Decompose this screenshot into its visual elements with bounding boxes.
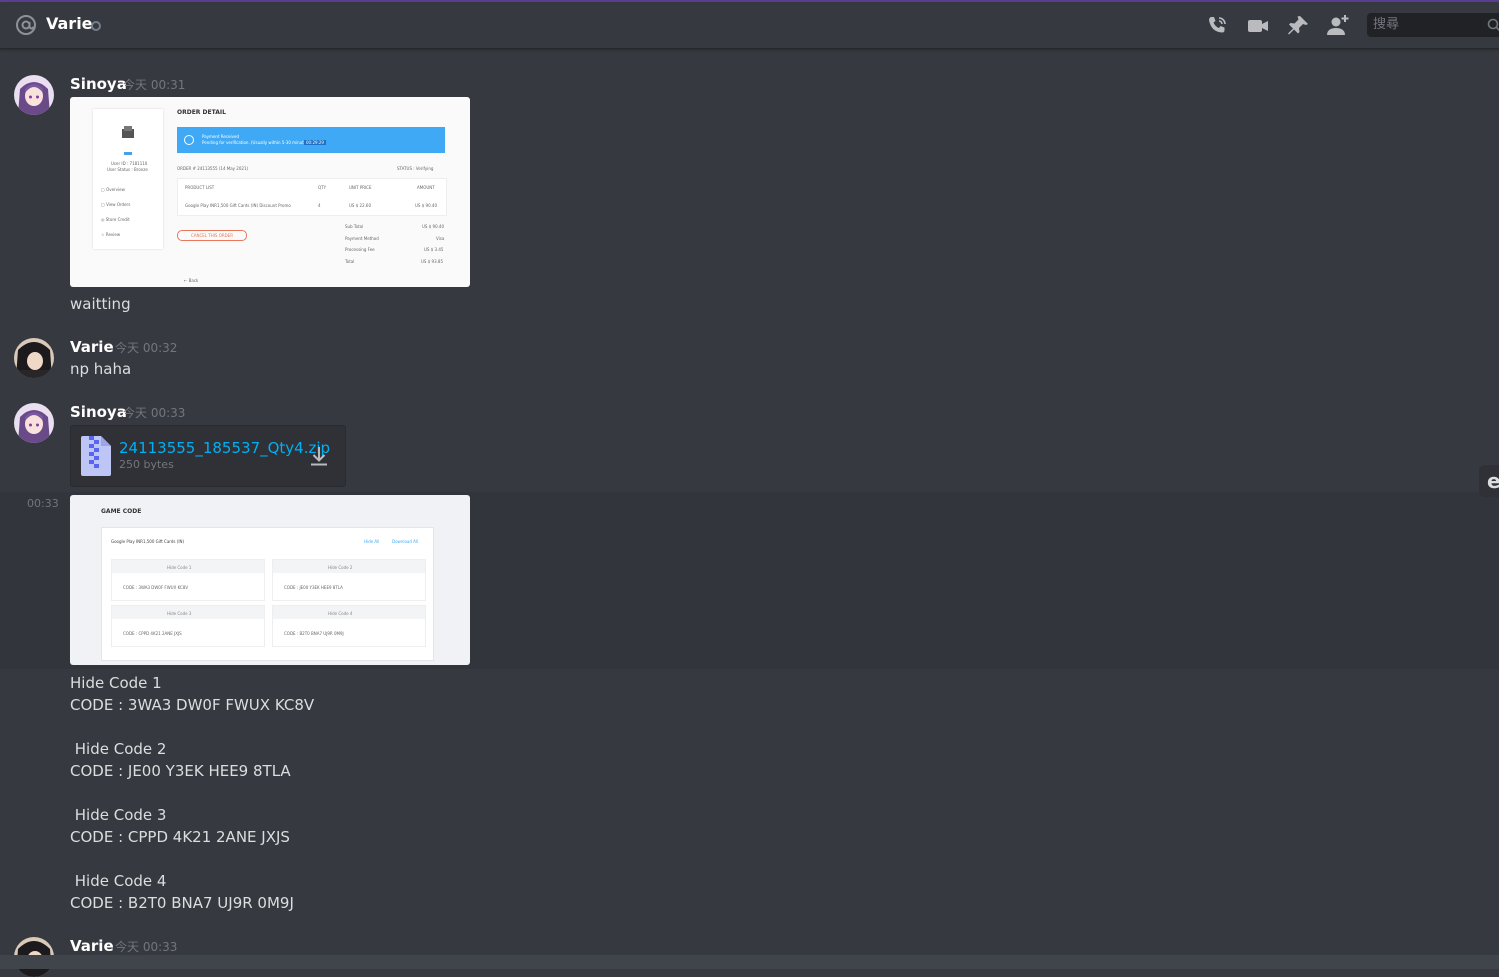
video-icon[interactable] <box>1246 14 1270 38</box>
summary-subtotal-label: Sub Total <box>345 224 364 229</box>
order-number: ORDER # 24113555 (14 May 2021) <box>177 166 249 171</box>
game-code-image[interactable]: GAME CODE Google Play INR1,500 Gift Card… <box>70 495 470 665</box>
side-panel-tab[interactable]: e <box>1479 465 1499 497</box>
hide-code-label: Hide Code 3 <box>167 611 192 616</box>
code-text-line: Hide Code 3 <box>70 806 167 824</box>
timestamp: 今天 00:33 <box>115 940 178 954</box>
hide-code-label: Hide Code 2 <box>328 565 353 570</box>
menu-view-orders: ▢ View Orders <box>101 202 131 207</box>
summary-subtotal-value: US $ 90.40 <box>422 224 445 229</box>
author-name[interactable]: Sinoya <box>70 74 127 94</box>
order-heading: ORDER DETAIL <box>177 109 226 116</box>
pin-icon[interactable] <box>1286 14 1310 38</box>
hide-code-label: Hide Code 4 <box>328 611 353 616</box>
game-code-heading: GAME CODE <box>101 508 142 515</box>
file-attachment: 24113555_185537_Qty4.zip 250 bytes <box>70 425 346 487</box>
code-value: CODE : JE00 Y3EK HEE9 8TLA <box>284 585 343 590</box>
code-box-4: Hide Code 4 CODE : B2T0 BNA7 UJ9R 0M9J <box>272 605 426 647</box>
timestamp: 今天 00:32 <box>115 341 178 355</box>
code-text-line: Hide Code 1 <box>70 674 162 692</box>
badge <box>124 152 132 155</box>
search-input[interactable]: 搜尋 <box>1367 13 1499 37</box>
code-text-line: Hide Code 2 <box>70 740 167 758</box>
menu-store-credit: ◎ Store Credit <box>101 217 130 222</box>
code-text-line: CODE : 3WA3 DW0F FWUX KC8V <box>70 696 315 714</box>
download-icon[interactable] <box>309 445 329 467</box>
search-icon <box>1487 18 1499 32</box>
summary-fee-value: US $ 3.45 <box>424 247 444 252</box>
browser-icon: e <box>1487 469 1499 493</box>
back-link: ← Back <box>184 278 199 283</box>
banner-title: Payment Received <box>202 134 239 139</box>
avatar[interactable] <box>14 403 54 443</box>
summary-payment-label: Payment Method <box>345 236 379 241</box>
summary-total-value: US $ 93.85 <box>421 259 444 264</box>
code-text-line: CODE : B2T0 BNA7 UJ9R 0M9J <box>70 894 294 912</box>
product-name: Google Play INR1,500 Gift Cards (IN) <box>111 539 185 544</box>
author-name[interactable]: Varie <box>70 337 114 357</box>
row-product: Google Play INR1,500 Gift Cards (IN) Dis… <box>185 203 291 208</box>
code-text-line: Hide Code 4 <box>70 872 167 890</box>
zip-file-icon <box>81 436 111 476</box>
user-avatar-icon <box>122 126 134 138</box>
code-text-line: CODE : CPPD 4K21 2ANE JXJS <box>70 828 290 846</box>
col-unit-price: UNIT PRICE <box>349 185 372 190</box>
avatar[interactable] <box>14 338 54 378</box>
row-amount: US $ 90.40 <box>415 203 438 208</box>
add-friend-icon[interactable] <box>1326 14 1350 38</box>
summary-total-label: Total <box>345 259 355 264</box>
call-icon[interactable] <box>1205 14 1229 38</box>
code-value: CODE : B2T0 BNA7 UJ9R 0M9J <box>284 631 344 636</box>
channel-title: Varie <box>46 14 93 33</box>
col-qty: QTY <box>318 185 327 190</box>
payment-banner: Payment Received Pending for verificatio… <box>177 127 445 153</box>
message-text: np haha <box>70 360 132 378</box>
search-placeholder: 搜尋 <box>1373 17 1400 32</box>
download-all-link: Download All <box>392 539 419 544</box>
attachment-size: 250 bytes <box>119 458 174 471</box>
col-product: PRODUCT LIST <box>185 185 215 190</box>
user-status: User Status : Bronze <box>107 167 148 172</box>
summary-payment-value: Visa <box>436 236 445 241</box>
hide-code-label: Hide Code 1 <box>167 565 192 570</box>
timestamp: 今天 00:33 <box>123 406 186 420</box>
author-name[interactable]: Varie <box>70 936 114 956</box>
followup-timestamp: 00:33 <box>27 497 59 510</box>
at-icon <box>16 15 36 35</box>
menu-overview: ▢ Overview <box>101 187 125 192</box>
code-text-line: CODE : JE00 Y3EK HEE9 8TLA <box>70 762 291 780</box>
row-unit-price: US $ 22.60 <box>349 203 372 208</box>
user-id: User ID : 7181110 <box>111 161 148 166</box>
order-status: STATUS : Verifying <box>397 166 434 171</box>
order-detail-image[interactable]: User ID : 7181110 User Status : Bronze ▢… <box>70 97 470 287</box>
hide-all-link: Hide All <box>364 539 380 544</box>
code-value: CODE : 3WA3 DW0F FWUX KC8V <box>123 585 189 590</box>
code-box-2: Hide Code 2 CODE : JE00 Y3EK HEE9 8TLA <box>272 559 426 601</box>
banner-sub: Pending for verification. (Usually withi… <box>202 140 310 145</box>
menu-review: ☆ Review <box>101 232 121 237</box>
code-value: CODE : CPPD 4K21 2ANE JXJS <box>123 631 182 636</box>
row-qty: 4 <box>318 203 321 208</box>
product-table: PRODUCT LIST QTY UNIT PRICE AMOUNT Googl… <box>177 178 447 216</box>
attachment-filename-link[interactable]: 24113555_185537_Qty4.zip <box>119 438 330 458</box>
author-name[interactable]: Sinoya <box>70 402 127 422</box>
message-composer[interactable] <box>0 955 1499 969</box>
col-amount: AMOUNT <box>417 185 435 190</box>
codes-card: Google Play INR1,500 Gift Cards (IN) Hid… <box>101 527 434 661</box>
cancel-order-button: CANCEL THIS ORDER <box>177 230 247 241</box>
summary-fee-label: Processing Fee <box>345 247 375 252</box>
channel-header: Varie 搜尋 <box>0 2 1499 49</box>
code-box-1: Hide Code 1 CODE : 3WA3 DW0F FWUX KC8V <box>111 559 265 601</box>
message-text: waitting <box>70 295 131 313</box>
code-box-3: Hide Code 3 CODE : CPPD 4K21 2ANE JXJS <box>111 605 265 647</box>
status-dot <box>91 21 101 31</box>
profile-card: User ID : 7181110 User Status : Bronze ▢… <box>93 109 163 249</box>
timestamp: 今天 00:31 <box>123 78 186 92</box>
banner-timer: 00:29:29 <box>304 140 326 145</box>
info-icon <box>184 135 194 145</box>
avatar[interactable] <box>14 75 54 115</box>
